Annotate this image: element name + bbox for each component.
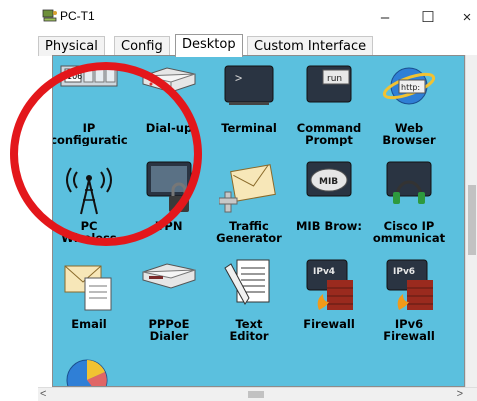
app-email[interactable]: Email [53, 256, 131, 330]
vertical-scrollbar[interactable] [465, 55, 477, 387]
title-bar: PC-T1 – ☐ × [38, 0, 477, 34]
minimize-button[interactable]: – [372, 6, 398, 28]
app-mib-browser[interactable]: MIB MIB Brow: [287, 158, 371, 232]
terminal-icon-text: > [235, 71, 242, 85]
ipv6-firewall-icon-text: IPv6 [393, 267, 415, 277]
window-title: PC-T1 [60, 9, 95, 23]
app-label: MIB Brow: [295, 220, 363, 232]
app-traffic-generator[interactable]: Traffic Generator [207, 158, 291, 244]
app-label: Text Editor [229, 318, 269, 342]
tab-desktop[interactable]: Desktop [175, 34, 243, 57]
command-prompt-icon-text: run [327, 74, 342, 84]
close-button[interactable]: × [454, 6, 477, 28]
web-browser-icon: http: [379, 60, 439, 118]
app-partial[interactable] [53, 354, 131, 386]
app-cisco-ip-communicator[interactable]: Cisco IP ommunicat [367, 158, 451, 244]
scroll-right-icon[interactable]: > [457, 388, 463, 400]
firewall-icon-text: IPv4 [313, 267, 335, 277]
app-label: Terminal [221, 122, 277, 134]
app-terminal[interactable]: > Terminal [207, 60, 291, 134]
email-icon [59, 256, 119, 314]
scroll-left-icon[interactable]: < [40, 388, 46, 400]
firewall-icon: IPv4 [299, 256, 359, 314]
web-browser-icon-text: http: [401, 83, 420, 92]
app-label: IPv6 Firewall [383, 318, 435, 342]
app-web-browser[interactable]: http: Web Browser [367, 60, 451, 146]
app-command-prompt[interactable]: run Command Prompt [287, 60, 371, 146]
app-pppoe-dialer[interactable]: PPPoE Dialer [127, 256, 211, 342]
app-label: Firewall [303, 318, 355, 330]
command-prompt-icon: run [299, 60, 359, 118]
pppoe-dialer-icon [139, 256, 199, 314]
text-editor-icon [219, 256, 279, 314]
app-label: Command Prompt [296, 122, 362, 146]
app-label: Web Browser [382, 122, 436, 146]
pc-app-icon [42, 9, 57, 22]
app-label: Cisco IP ommunicat [372, 220, 446, 244]
terminal-icon: > [219, 60, 279, 118]
app-firewall[interactable]: IPv4 Firewall [287, 256, 371, 330]
tab-physical[interactable]: Physical [38, 36, 105, 56]
mib-browser-icon-text: MIB [319, 177, 338, 187]
tab-config[interactable]: Config [114, 36, 170, 56]
traffic-generator-icon [218, 158, 279, 216]
mib-browser-icon: MIB [299, 158, 359, 216]
tab-bar: Physical Config Desktop Custom Interface [38, 34, 477, 57]
horizontal-scroll-thumb[interactable] [248, 391, 264, 398]
app-label: Email [71, 318, 107, 330]
app-label: PPPoE Dialer [148, 318, 190, 342]
maximize-button[interactable]: ☐ [415, 6, 441, 28]
red-highlight-circle [10, 62, 202, 246]
tab-custom-interface[interactable]: Custom Interface [247, 36, 374, 56]
app-text-editor[interactable]: Text Editor [207, 256, 291, 342]
ipv6-firewall-icon: IPv6 [379, 256, 439, 314]
vertical-scroll-thumb[interactable] [468, 185, 476, 255]
pie-chart-app-icon [59, 354, 119, 386]
cisco-ip-communicator-icon [379, 158, 439, 216]
app-ipv6-firewall[interactable]: IPv6 IPv6 Firewall [367, 256, 451, 342]
horizontal-scrollbar[interactable]: < > [38, 387, 477, 401]
app-label: Traffic Generator [216, 220, 282, 244]
